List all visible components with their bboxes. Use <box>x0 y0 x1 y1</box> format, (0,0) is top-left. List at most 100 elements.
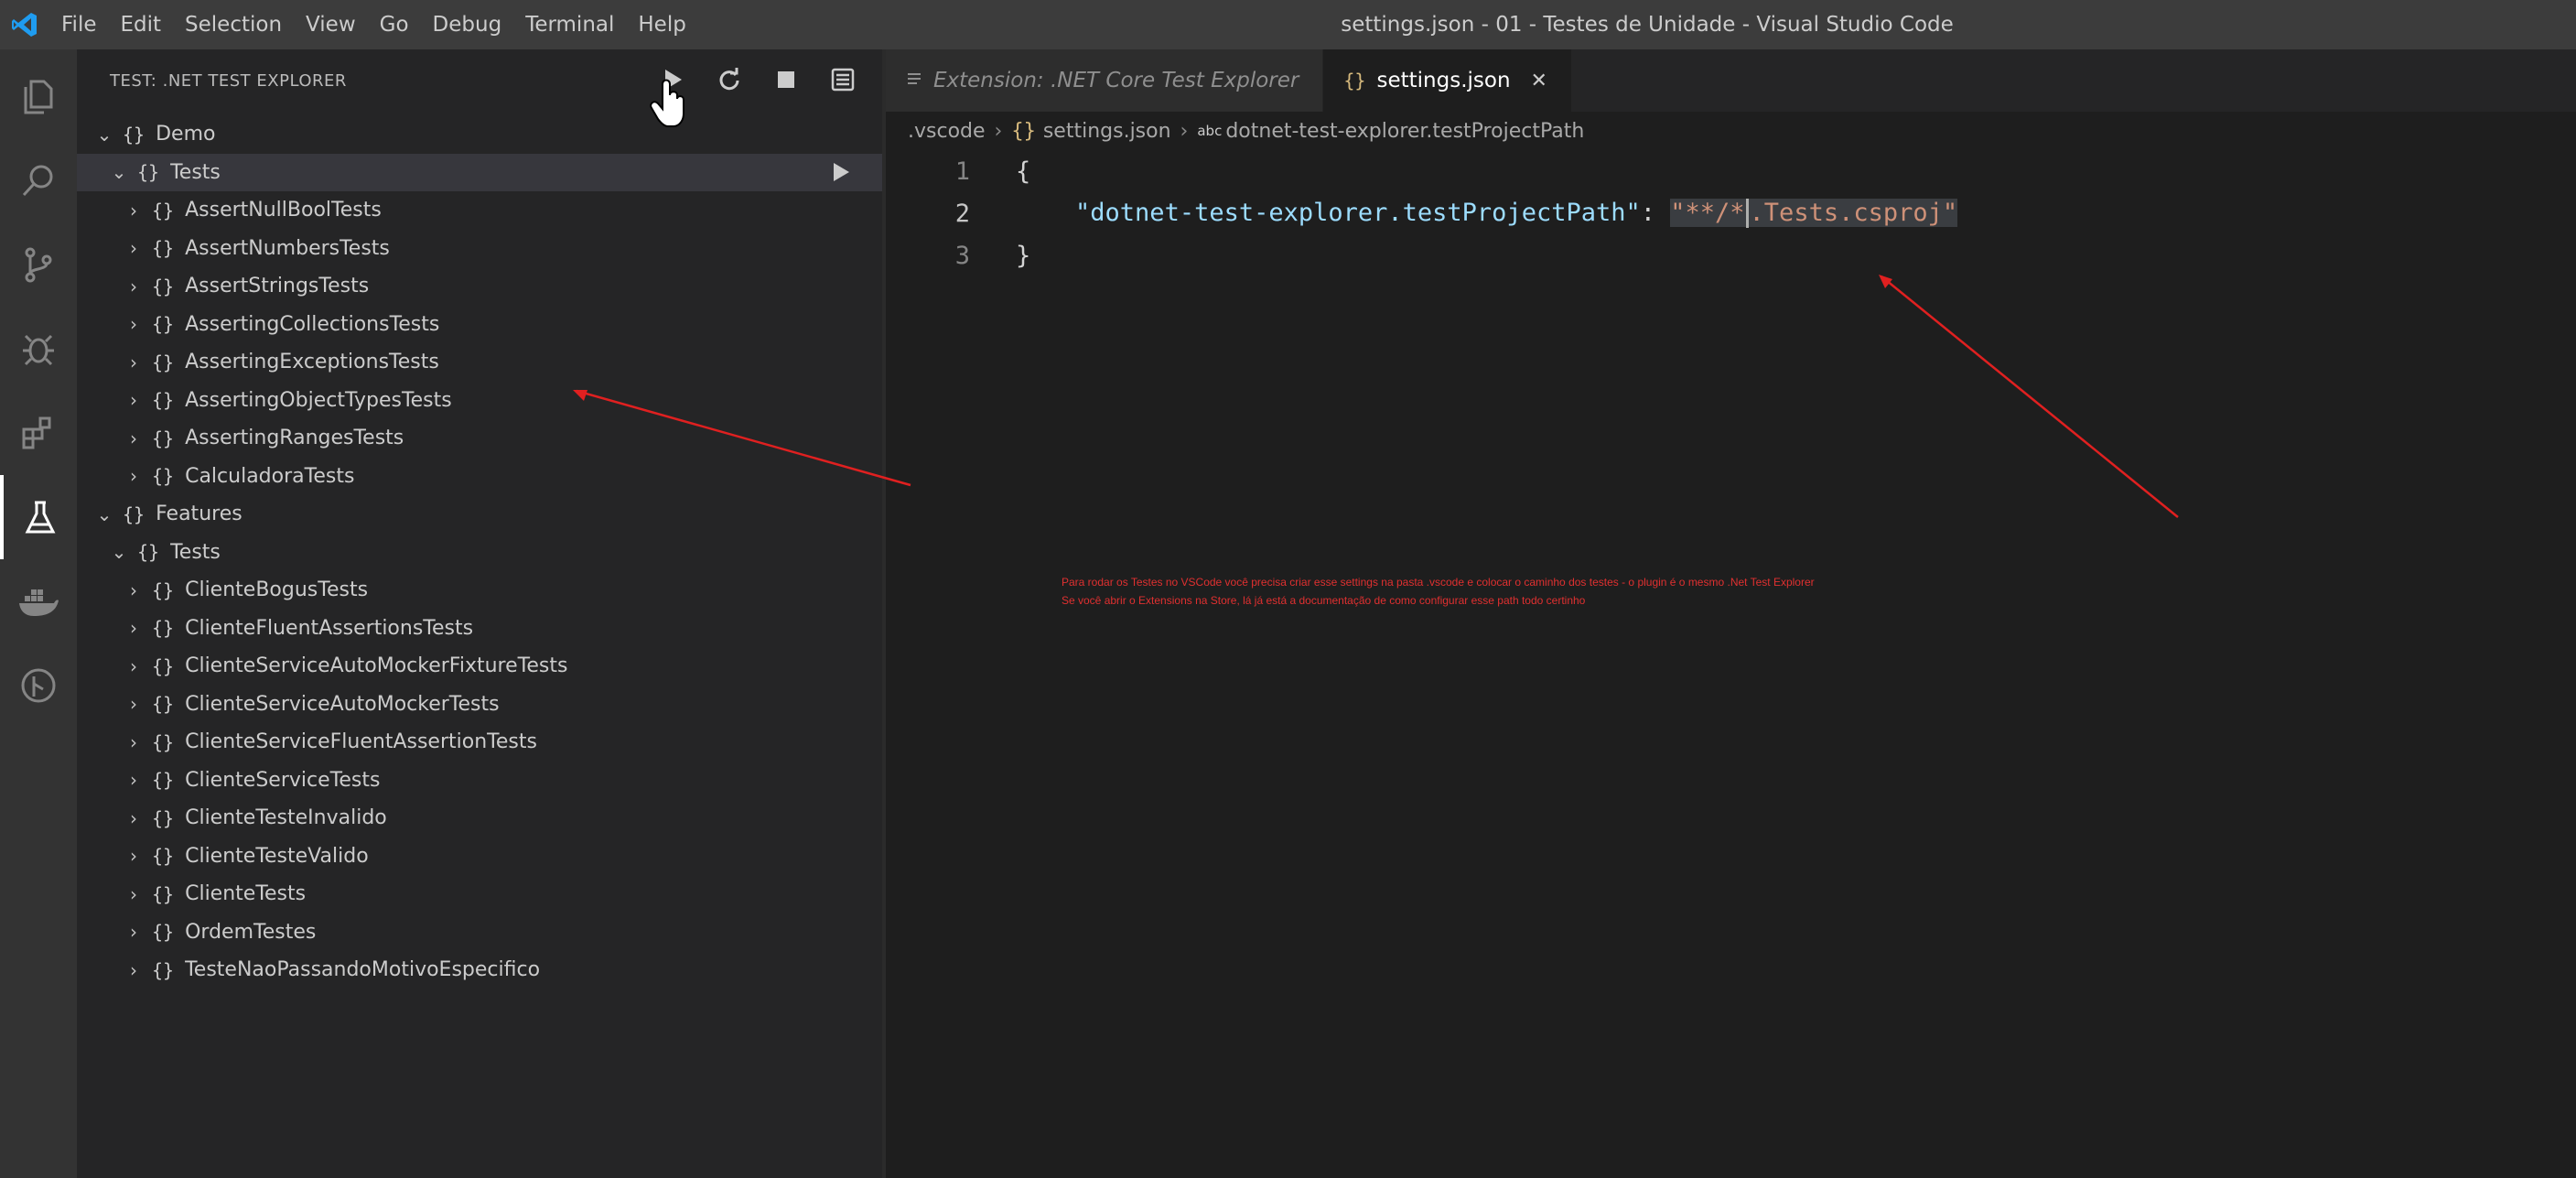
tree-item-label: AssertingExceptionsTests <box>185 351 439 374</box>
chevron-down-icon[interactable]: ⌄ <box>108 541 130 563</box>
annotation-arrow-right <box>1879 275 2179 518</box>
tree-item-label: ClienteServiceAutoMockerTests <box>185 692 500 716</box>
namespace-icon: {} <box>123 123 146 146</box>
tree-item-label: Features <box>156 503 243 526</box>
test-tree: ⌄ {} Demo ⌄ {} Tests › {} AssertNullBoolTests › {}… <box>77 115 882 989</box>
chevron-right-icon[interactable]: › <box>123 693 145 715</box>
tree-item[interactable]: › {} OrdemTestes <box>77 913 882 952</box>
tree-item[interactable]: › {} ClienteServiceFluentAssertionTests <box>77 723 882 762</box>
chevron-right-icon[interactable]: › <box>123 731 145 753</box>
gitlens-icon[interactable] <box>0 643 77 728</box>
chevron-right-icon[interactable]: › <box>123 769 145 791</box>
tree-item[interactable]: › {} ClienteServiceAutoMockerFixtureTests <box>77 647 882 686</box>
stop-icon[interactable] <box>771 64 802 95</box>
tree-item[interactable]: › {} AssertingRangesTests <box>77 419 882 458</box>
chevron-down-icon[interactable]: ⌄ <box>93 124 115 146</box>
tree-item[interactable]: › {} ClienteFluentAssertionsTests <box>77 610 882 648</box>
namespace-icon: {} <box>152 882 175 905</box>
chevron-right-icon[interactable]: › <box>123 617 145 639</box>
chevron-right-icon[interactable]: › <box>123 313 145 335</box>
tree-item[interactable]: › {} ClienteTesteInvalido <box>77 799 882 838</box>
debug-icon[interactable] <box>0 307 77 391</box>
tree-item-label: CalculadoraTests <box>185 464 355 488</box>
tab-settings-json[interactable]: {} settings.json ✕ <box>1323 49 1572 112</box>
tree-item[interactable]: › {} AssertingExceptionsTests <box>77 343 882 382</box>
tree-item[interactable]: › {} AssertStringsTests <box>77 267 882 306</box>
chevron-right-icon[interactable]: › <box>123 921 145 943</box>
text-cursor <box>1745 199 1749 229</box>
tree-item[interactable]: › {} AssertingCollectionsTests <box>77 306 882 344</box>
chevron-right-icon[interactable]: › <box>123 200 145 222</box>
namespace-icon: {} <box>152 465 175 488</box>
breadcrumb-symbol[interactable]: dotnet-test-explorer.testProjectPath <box>1225 120 1584 143</box>
namespace-icon: {} <box>152 806 175 829</box>
tree-item-label: ClienteTesteValido <box>185 844 369 868</box>
extensions-icon[interactable] <box>0 391 77 475</box>
namespace-icon: {} <box>152 654 175 677</box>
chevron-right-icon[interactable]: › <box>123 465 145 487</box>
line-number: 2 <box>954 199 970 228</box>
tree-item-label: AssertingCollectionsTests <box>185 312 440 336</box>
tree-item-label: AssertingObjectTypesTests <box>185 388 452 412</box>
tree-item[interactable]: › {} AssertingObjectTypesTests <box>77 382 882 420</box>
chevron-right-icon[interactable]: › <box>123 883 145 905</box>
chevron-right-icon[interactable]: › <box>123 427 145 449</box>
namespace-icon: {} <box>152 921 175 944</box>
json-braces-icon: {} <box>1011 119 1036 143</box>
chevron-right-icon[interactable]: › <box>123 959 145 981</box>
chevron-right-icon[interactable]: › <box>123 845 145 867</box>
tree-item[interactable]: › {} ClienteBogusTests <box>77 571 882 610</box>
code-line: 1 { <box>886 150 2576 192</box>
chevron-down-icon[interactable]: ⌄ <box>93 503 115 525</box>
chevron-down-icon[interactable]: ⌄ <box>108 161 130 183</box>
tree-item[interactable]: › {} ClienteServiceTests <box>77 762 882 800</box>
docker-icon[interactable] <box>0 559 77 643</box>
code-editor[interactable]: 1 { 2 "dotnet-test-explorer.testProjectP… <box>886 150 2576 276</box>
chevron-right-icon[interactable]: › <box>123 807 145 829</box>
tree-item-label: Tests <box>170 160 221 184</box>
log-icon[interactable] <box>827 64 858 95</box>
line-content: "dotnet-test-explorer.testProjectPath": … <box>1016 198 1958 229</box>
run-test-icon[interactable] <box>831 161 851 189</box>
close-brace: } <box>1016 241 1031 270</box>
tree-item[interactable]: › {} ClienteServiceAutoMockerTests <box>77 686 882 724</box>
tree-item[interactable]: › {} ClienteTests <box>77 875 882 913</box>
tree-item[interactable]: ⌄ {} Tests <box>77 534 882 572</box>
sidebar-title: TEST: .NET TEST EXPLORER <box>110 70 347 91</box>
chevron-right-icon[interactable]: › <box>123 389 145 411</box>
chevron-right-icon[interactable]: › <box>123 579 145 601</box>
tree-item-label: ClienteServiceAutoMockerFixtureTests <box>185 654 568 678</box>
tree-item-label: ClienteServiceTests <box>185 768 381 792</box>
close-icon[interactable]: ✕ <box>1531 70 1547 92</box>
test-flask-icon[interactable] <box>0 475 77 559</box>
tree-item[interactable]: › {} CalculadoraTests <box>77 458 882 496</box>
run-all-icon[interactable] <box>657 64 688 95</box>
tree-item[interactable]: › {} AssertNumbersTests <box>77 230 882 268</box>
chevron-right-icon[interactable]: › <box>123 237 145 259</box>
namespace-icon: {} <box>152 275 175 297</box>
json-braces-icon: {} <box>1343 70 1366 92</box>
chevron-right-icon[interactable]: › <box>123 351 145 373</box>
namespace-icon: {} <box>152 730 175 753</box>
explorer-icon[interactable] <box>0 54 77 138</box>
chevron-right-icon[interactable]: › <box>123 655 145 677</box>
annotation-line: Se você abrir o Extensions na Store, lá … <box>1062 594 1586 607</box>
tree-item[interactable]: › {} ClienteTesteValido <box>77 838 882 876</box>
namespace-icon: {} <box>152 351 175 373</box>
namespace-icon: {} <box>152 769 175 792</box>
refresh-icon[interactable] <box>714 64 745 95</box>
tree-item[interactable]: › {} TesteNaoPassandoMotivoEspecifico <box>77 951 882 989</box>
breadcrumb-folder[interactable]: .vscode <box>908 120 986 143</box>
namespace-icon: {} <box>152 578 175 601</box>
search-icon[interactable] <box>0 138 77 222</box>
tree-item[interactable]: ⌄ {} Demo <box>77 115 882 154</box>
tree-item-label: ClienteBogusTests <box>185 578 369 602</box>
tab-extension-test-explorer[interactable]: Extension: .NET Core Test Explorer <box>886 49 1324 112</box>
tree-item[interactable]: ⌄ {} Tests <box>77 153 882 191</box>
tree-item-label: Demo <box>156 123 216 146</box>
tree-item[interactable]: › {} AssertNullBoolTests <box>77 191 882 230</box>
source-control-icon[interactable] <box>0 222 77 307</box>
breadcrumb-file[interactable]: settings.json <box>1043 120 1171 143</box>
tree-item[interactable]: ⌄ {} Features <box>77 495 882 534</box>
chevron-right-icon[interactable]: › <box>123 276 145 297</box>
